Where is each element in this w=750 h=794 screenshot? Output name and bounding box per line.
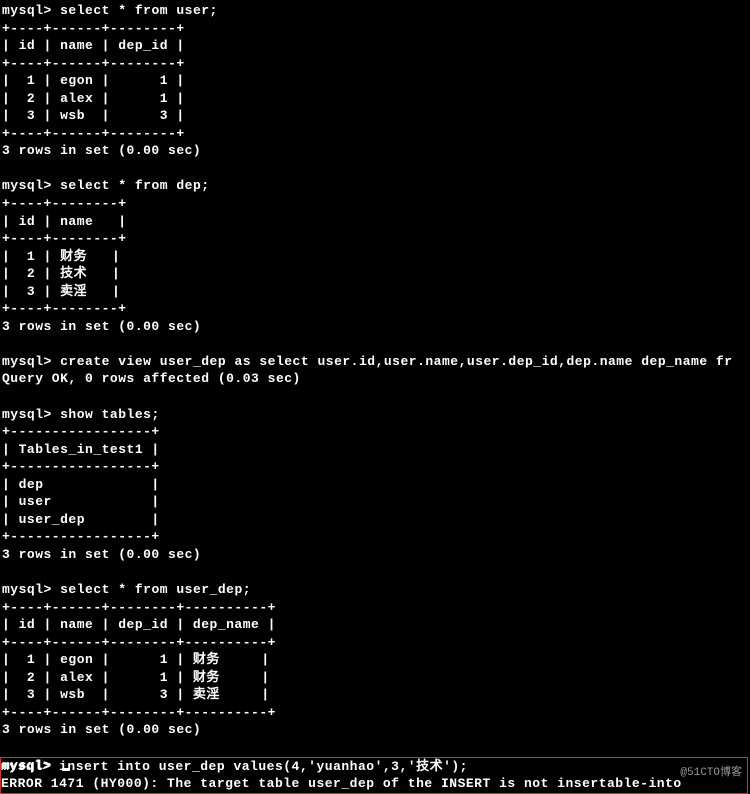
sql-query: select * from user; xyxy=(60,3,218,18)
table-border: +----+------+--------+ xyxy=(2,125,750,143)
table-header: | Tables_in_test1 | xyxy=(2,441,750,459)
table-border: +----+--------+ xyxy=(2,230,750,248)
table-border: +-----------------+ xyxy=(2,528,750,546)
prompt-line: mysql> show tables; xyxy=(2,406,750,424)
sql-query: create view user_dep as select user.id,u… xyxy=(60,354,732,369)
table-border: +----+--------+ xyxy=(2,300,750,318)
watermark: @51CTO博客 xyxy=(680,766,742,781)
table-row: | 1 | egon | 1 | 财务 | xyxy=(2,651,750,669)
table-border: +----+------+--------+ xyxy=(2,20,750,38)
table-border: +----+------+--------+----------+ xyxy=(2,634,750,652)
table-border: +-----------------+ xyxy=(2,458,750,476)
table-border: +----+--------+ xyxy=(2,195,750,213)
rows-count: 3 rows in set (0.00 sec) xyxy=(2,142,750,160)
table-row: | 1 | egon | 1 | xyxy=(2,72,750,90)
table-row: | 3 | wsb | 3 | 卖淫 | xyxy=(2,686,750,704)
table-border: +----+------+--------+----------+ xyxy=(2,704,750,722)
prompt-line: mysql> select * from dep; xyxy=(2,177,750,195)
prompt-line: mysql> select * from user_dep; xyxy=(2,581,750,599)
prompt: mysql> xyxy=(1,759,51,774)
prompt: mysql> xyxy=(2,354,52,369)
prompt-line: mysql> select * from user; xyxy=(2,2,750,20)
error-highlight-box: mysql> insert into user_dep values(4,'yu… xyxy=(0,757,748,794)
table-row: | 2 | alex | 1 | 财务 | xyxy=(2,669,750,687)
prompt: mysql> xyxy=(2,407,52,422)
table-border: +----+------+--------+----------+ xyxy=(2,599,750,617)
prompt: mysql> xyxy=(2,3,52,18)
prompt: mysql> xyxy=(2,178,52,193)
error-message: ERROR 1471 (HY000): The target table use… xyxy=(1,775,747,793)
table-row: | 1 | 财务 | xyxy=(2,248,750,266)
prompt-line: mysql> create view user_dep as select us… xyxy=(2,353,750,371)
table-header: | id | name | dep_id | xyxy=(2,37,750,55)
sql-query: select * from dep; xyxy=(60,178,209,193)
rows-count: 3 rows in set (0.00 sec) xyxy=(2,546,750,564)
rows-count: 3 rows in set (0.00 sec) xyxy=(2,318,750,336)
table-row: | user_dep | xyxy=(2,511,750,529)
table-row: | dep | xyxy=(2,476,750,494)
table-border: +-----------------+ xyxy=(2,423,750,441)
table-row: | 3 | wsb | 3 | xyxy=(2,107,750,125)
sql-query: show tables; xyxy=(60,407,160,422)
sql-query: select * from user_dep; xyxy=(60,582,251,597)
table-row: | user | xyxy=(2,493,750,511)
query-ok: Query OK, 0 rows affected (0.03 sec) xyxy=(2,370,750,388)
prompt: mysql> xyxy=(2,582,52,597)
table-border: +----+------+--------+ xyxy=(2,55,750,73)
prompt-line: mysql> insert into user_dep values(4,'yu… xyxy=(1,758,747,776)
table-row: | 3 | 卖淫 | xyxy=(2,283,750,301)
rows-count: 3 rows in set (0.00 sec) xyxy=(2,721,750,739)
table-row: | 2 | alex | 1 | xyxy=(2,90,750,108)
sql-query: insert into user_dep values(4,'yuanhao',… xyxy=(59,759,468,774)
table-header: | id | name | dep_id | dep_name | xyxy=(2,616,750,634)
terminal-output: mysql> select * from user; +----+------+… xyxy=(2,2,750,774)
table-row: | 2 | 技术 | xyxy=(2,265,750,283)
table-header: | id | name | xyxy=(2,213,750,231)
